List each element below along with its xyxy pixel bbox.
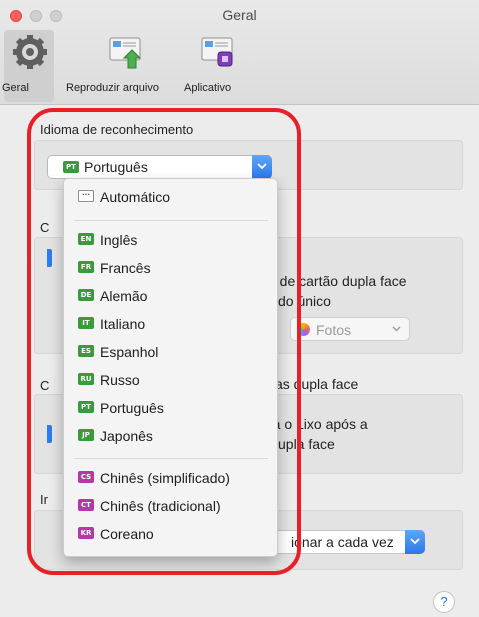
- toolbar-item-reproduzir-arquivo-label: Reproduzir arquivo: [66, 82, 159, 94]
- window-title: Geral: [222, 7, 257, 23]
- help-button[interactable]: ?: [433, 591, 455, 613]
- scan-to-file-icon: [109, 37, 142, 69]
- toolbar-item-reproduzir-arquivo[interactable]: Reproduzir arquivo: [66, 34, 159, 94]
- highlight-outline: [27, 108, 301, 575]
- chevron-down-icon: [392, 326, 401, 332]
- toolbar-item-aplicativo-label: Aplicativo: [184, 82, 232, 94]
- photos-app-select-label: Fotos: [316, 322, 352, 338]
- gear-icon: [13, 35, 47, 69]
- toolbar-item-aplicativo[interactable]: Aplicativo: [184, 34, 243, 94]
- photos-app-select[interactable]: Fotos: [290, 317, 410, 341]
- title-bar: Geral Geral Reproduzir arquivo Aplicativ…: [0, 0, 479, 105]
- preferences-window: Geral Geral Reproduzir arquivo Aplicativ…: [0, 0, 479, 617]
- scan-to-app-icon: [201, 37, 233, 67]
- chevron-down-icon: [410, 538, 420, 545]
- toolbar-item-geral[interactable]: Geral: [2, 34, 52, 94]
- save-location-select-label: ionar a cada vez: [291, 534, 394, 550]
- toolbar-item-geral-label: Geral: [2, 82, 29, 94]
- save-location-select-button[interactable]: [405, 530, 425, 554]
